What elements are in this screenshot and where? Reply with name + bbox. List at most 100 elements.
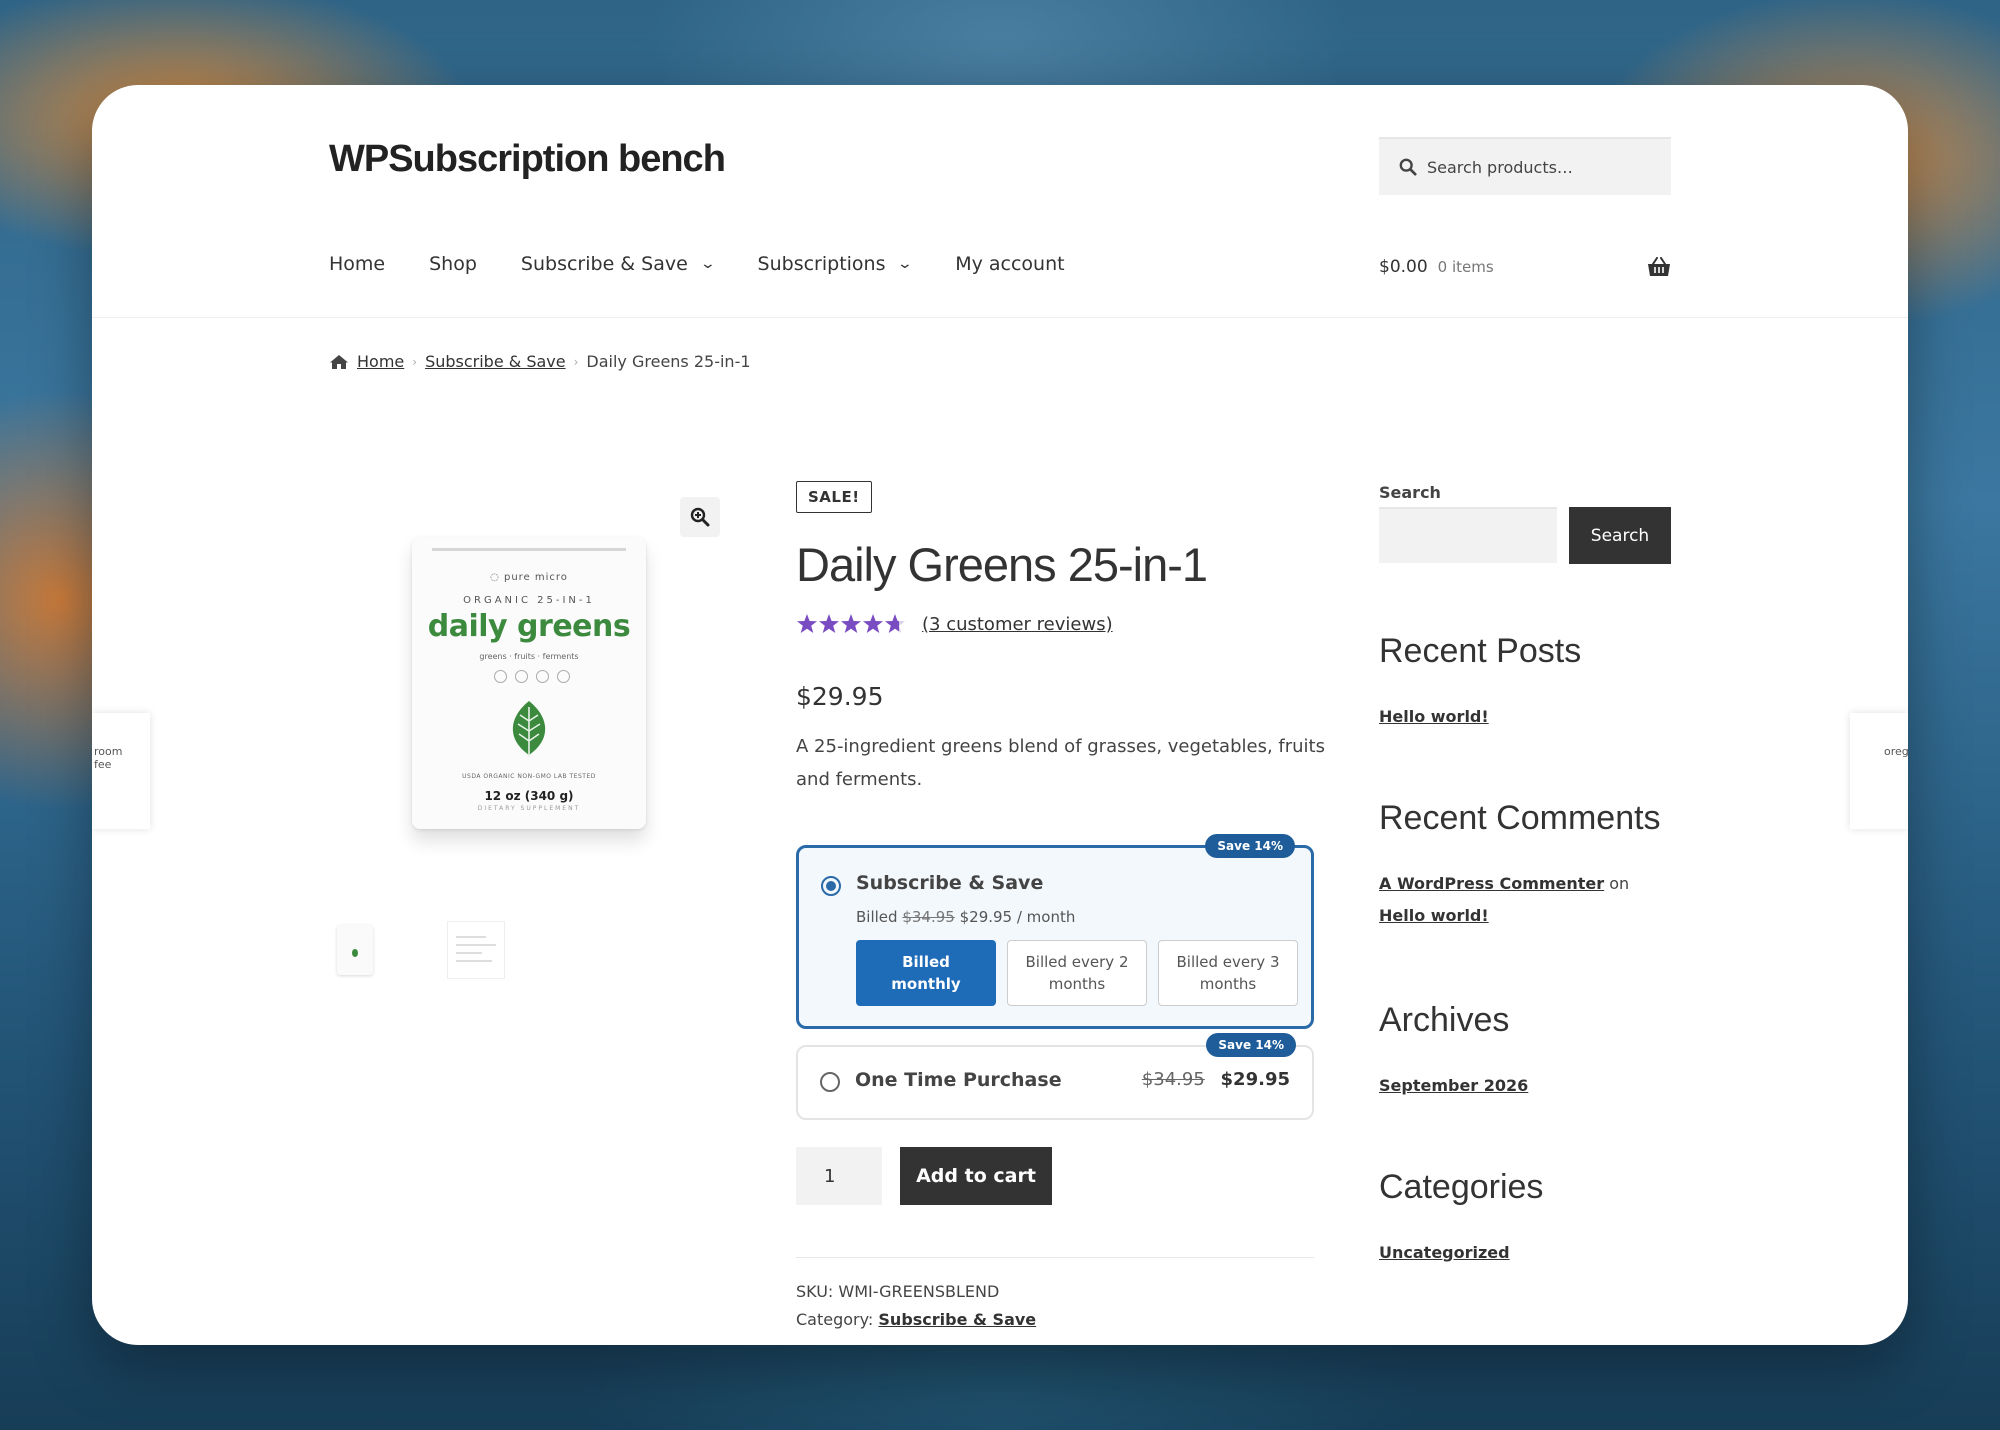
star-icon [863,614,883,633]
save-badge: Save 14% [1206,1033,1296,1057]
product-price: $29.95 [796,682,884,711]
nav-subscribe-save[interactable]: Subscribe & Save ⌄ [520,253,716,275]
recent-comments-heading: Recent Comments [1379,799,1661,837]
package-brand: ◌ pure micro [490,572,568,583]
breadcrumb-separator: › [412,354,418,369]
star-rating [797,614,905,633]
one-time-purchase-option[interactable]: Save 14% One Time Purchase $34.95 $29.95 [796,1033,1314,1120]
image-zoom-button[interactable] [680,497,720,537]
next-product-text: orega [1884,745,1908,758]
product-sku: SKU: WMI-GREENSBLEND [796,1282,999,1301]
comment-author-link[interactable]: A WordPress Commenter [1379,874,1604,893]
sku-label: SKU: [796,1282,834,1301]
product-rating: (3 customer reviews) [796,612,1113,636]
frequency-2-months-button[interactable]: Billed every 2 months [1007,940,1147,1006]
nav-shop-label: Shop [429,253,477,275]
product-category: Category: Subscribe & Save [796,1310,1036,1329]
gallery-thumbnail-1[interactable] [337,925,373,975]
package-seam [432,548,626,551]
one-time-old-price: $34.95 [1141,1069,1205,1090]
product-description: A 25-ingredient greens blend of grasses,… [796,736,1325,790]
basket-icon[interactable] [1647,257,1671,277]
frequency-monthly-button[interactable]: Billed monthly [856,940,996,1006]
package-subtitle: greens · fruits · ferments [479,652,579,661]
subscribe-old-price: $34.95 [902,908,955,926]
billed-prefix: Billed [856,908,898,926]
chevron-down-icon[interactable]: ⌄ [897,256,913,272]
search-icon [1399,158,1417,176]
nav-subscriptions-label: Subscriptions [757,253,886,275]
product-main-image[interactable]: ◌ pure micro ORGANIC 25-IN-1 daily green… [412,537,646,829]
sidebar-search-input[interactable] [1379,507,1557,563]
category-label: Category: [796,1310,874,1329]
breadcrumb-separator: › [573,354,579,369]
quantity-input[interactable]: 1 [796,1147,882,1205]
breadcrumb-category[interactable]: Subscribe & Save [425,352,566,371]
header-divider [92,317,1908,318]
site-title[interactable]: WPSubscription bench [329,138,726,181]
customer-reviews-link[interactable]: (3 customer reviews) [922,614,1113,635]
thumbnail-leaf [352,949,358,957]
cart-amount: $0.00 [1379,257,1428,277]
recent-comment: A WordPress Commenter on Hello world! [1379,868,1669,932]
leaf-icon [512,701,546,757]
header-cart[interactable]: $0.00 0 items [1379,257,1671,277]
breadcrumb-current: Daily Greens 25-in-1 [586,352,751,371]
breadcrumb: Home › Subscribe & Save › Daily Greens 2… [329,352,751,371]
comment-post-link[interactable]: Hello world! [1379,906,1489,925]
one-time-price: $34.95 $29.95 [1142,1069,1290,1090]
nav-home-label: Home [329,253,386,275]
search-placeholder: Search products… [1427,157,1573,177]
save-badge: Save 14% [1205,834,1295,858]
category-link[interactable]: Subscribe & Save [878,1310,1036,1329]
primary-nav: Home Shop Subscribe & Save ⌄ Subscription… [329,253,1109,275]
nav-home[interactable]: Home [329,253,385,275]
subscribe-label: Subscribe & Save [856,872,1044,894]
comment-on-text: on [1609,874,1630,893]
one-time-radio[interactable] [820,1072,840,1092]
star-icon [885,614,905,633]
nav-shop[interactable]: Shop [429,253,477,275]
package-line: ORGANIC 25-IN-1 [463,595,595,606]
sidebar-search-button[interactable]: Search [1569,507,1671,564]
nav-my-account[interactable]: My account [955,253,1064,275]
chevron-down-icon[interactable]: ⌄ [699,256,715,272]
nav-subscribe-save-label: Subscribe & Save [520,253,688,275]
billing-frequency-group: Billed monthly Billed every 2 months Bil… [856,940,1309,1006]
sku-value: WMI-GREENSBLEND [838,1282,1000,1301]
subscribe-save-option[interactable]: Save 14% Subscribe & Save Billed $34.95 … [796,834,1314,1029]
next-product-preview[interactable]: orega [1850,713,1908,829]
subscribe-radio[interactable] [821,876,841,896]
sale-badge: SALE! [796,481,872,513]
browser-page: WPSubscription bench Search products… Ho… [92,85,1908,1345]
recent-post-link[interactable]: Hello world! [1379,707,1489,726]
sidebar-search-label: Search [1379,483,1441,502]
package-supplement: DIETARY SUPPLEMENT [477,805,581,812]
subscribe-billing-text: Billed $34.95 $29.95 / month [856,908,1075,926]
package-name: daily greens [427,609,631,644]
category-widget-link[interactable]: Uncategorized [1379,1243,1510,1262]
archives-heading: Archives [1379,1001,1510,1039]
breadcrumb-home[interactable]: Home [357,352,404,371]
nav-my-account-label: My account [955,253,1065,275]
categories-heading: Categories [1379,1168,1544,1206]
archive-link[interactable]: September 2026 [1379,1076,1528,1095]
gallery-thumbnail-2[interactable] [447,921,505,979]
subscribe-new-price: $29.95 / month [959,908,1076,926]
frequency-3-months-button[interactable]: Billed every 3 months [1158,940,1298,1006]
nav-subscriptions[interactable]: Subscriptions ⌄ [757,253,914,275]
add-to-cart-button[interactable]: Add to cart [900,1147,1052,1205]
one-time-new-price: $29.95 [1220,1069,1290,1090]
home-icon [330,354,348,369]
star-icon [819,614,839,633]
meta-divider [796,1257,1314,1258]
one-time-label: One Time Purchase [855,1069,1062,1091]
package-certifications: USDA ORGANIC NON-GMO LAB TESTED [462,773,596,780]
previous-product-text: room fee [94,745,123,771]
recent-posts-heading: Recent Posts [1379,632,1582,670]
star-icon [797,614,817,633]
previous-product-preview[interactable]: room fee [92,713,150,829]
product-search-field[interactable]: Search products… [1379,137,1671,195]
cart-count: 0 items [1437,258,1494,276]
package-dots [494,670,578,683]
